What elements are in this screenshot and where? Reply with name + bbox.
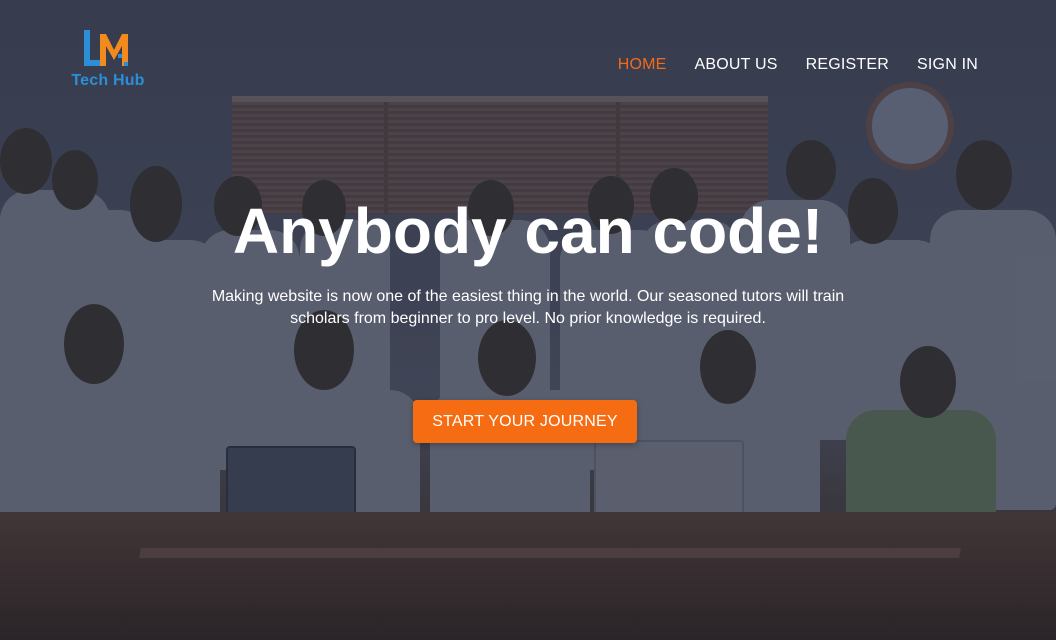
brand-logo[interactable]: Tech Hub [66,28,150,92]
start-journey-button[interactable]: START YOUR JOURNEY [413,400,637,443]
hero-subtext: Making website is now one of the easiest… [211,288,845,327]
nav-item-about-us[interactable]: ABOUT US [695,56,778,74]
hero-headline: Anybody can code! [232,195,824,267]
nav-item-register[interactable]: REGISTER [806,56,889,74]
logo-mark-icon [84,30,128,66]
main-nav: HOME ABOUT US REGISTER SIGN IN [618,56,978,74]
logo-text: Tech Hub [71,72,145,89]
nav-item-home[interactable]: HOME [618,56,667,74]
nav-item-sign-in[interactable]: SIGN IN [917,56,978,74]
